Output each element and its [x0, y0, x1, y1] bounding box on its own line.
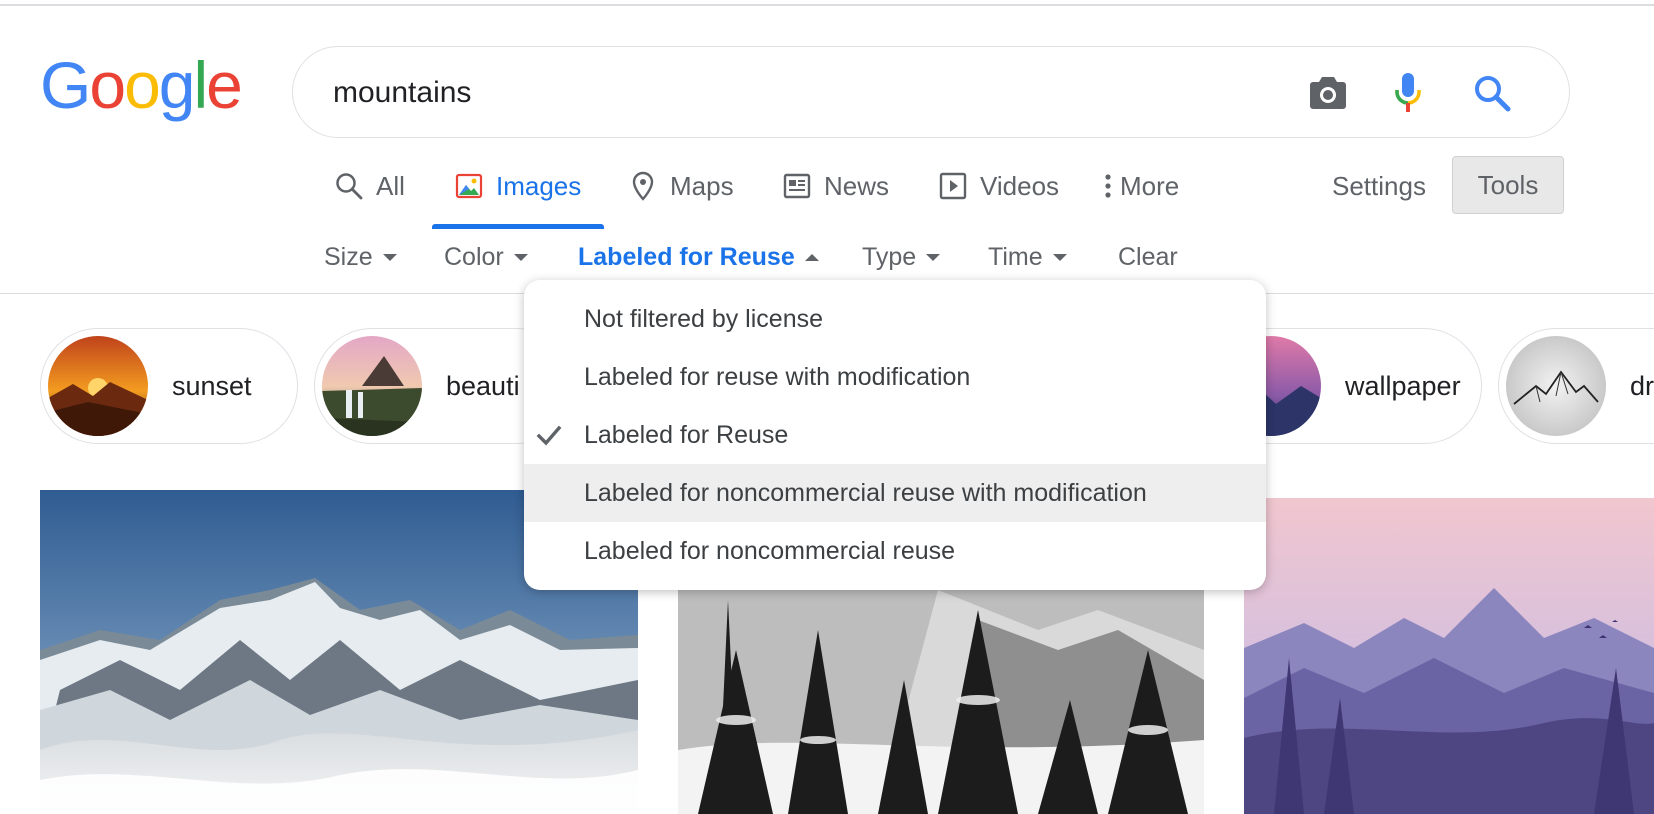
- camera-icon[interactable]: [1305, 70, 1351, 116]
- filter-clear[interactable]: Clear: [1118, 240, 1178, 274]
- image-icon: [454, 171, 484, 201]
- caret-down-icon: [382, 253, 397, 261]
- filter-size[interactable]: Size: [324, 240, 397, 274]
- filter-label: Time: [988, 242, 1043, 271]
- chip-label: beauti: [446, 370, 520, 401]
- caret-up-icon: [804, 253, 819, 261]
- license-option-reuse[interactable]: Labeled for Reuse: [524, 406, 1266, 464]
- chip-thumbnail: [48, 336, 148, 436]
- chip-thumbnail: [322, 336, 422, 436]
- chip-label: sunset: [172, 370, 252, 401]
- license-option-reuse-modification[interactable]: Labeled for reuse with modification: [524, 348, 1266, 406]
- active-tab-indicator: [432, 224, 604, 229]
- chip-label: wallpaper: [1345, 370, 1461, 401]
- filter-label: Color: [444, 242, 504, 271]
- newspaper-icon: [782, 171, 812, 201]
- checkmark-icon: [536, 422, 562, 448]
- tab-label: Images: [496, 170, 582, 201]
- image-result-snowy-forest[interactable]: [678, 590, 1204, 814]
- chip-thumbnail: [1506, 336, 1606, 436]
- license-option-label: Labeled for reuse with modification: [584, 362, 971, 391]
- tab-more[interactable]: More: [1100, 168, 1179, 204]
- search-box: [292, 46, 1570, 138]
- filter-label: Size: [324, 242, 373, 271]
- license-option-not-filtered[interactable]: Not filtered by license: [524, 290, 1266, 348]
- filter-label: Labeled for Reuse: [578, 242, 795, 271]
- filter-license[interactable]: Labeled for Reuse: [578, 240, 819, 274]
- tab-label: Maps: [670, 170, 734, 201]
- logo-letter: e: [206, 48, 243, 122]
- related-chip-drawing[interactable]: dr: [1498, 328, 1654, 444]
- search-input[interactable]: [333, 73, 1233, 113]
- caret-down-icon: [1052, 253, 1067, 261]
- tab-maps[interactable]: Maps: [628, 168, 734, 204]
- logo-letter: G: [40, 48, 91, 122]
- tab-label: News: [824, 170, 890, 201]
- search-icon: [334, 171, 364, 201]
- filter-label: Type: [862, 242, 917, 271]
- play-icon: [938, 171, 968, 201]
- microphone-icon[interactable]: [1385, 70, 1431, 116]
- filter-time[interactable]: Time: [988, 240, 1067, 274]
- related-chip-sunset[interactable]: sunset: [40, 328, 298, 444]
- tab-label: Videos: [980, 170, 1060, 201]
- logo-letter: l: [193, 48, 209, 122]
- filter-type[interactable]: Type: [862, 240, 941, 274]
- search-icon[interactable]: [1469, 70, 1515, 116]
- tab-all[interactable]: All: [334, 168, 405, 204]
- tab-news[interactable]: News: [782, 168, 889, 204]
- filter-color[interactable]: Color: [444, 240, 528, 274]
- more-vertical-icon: [1100, 171, 1116, 201]
- tab-images[interactable]: Images: [454, 168, 581, 204]
- license-dropdown-menu: Not filtered by license Labeled for reus…: [524, 280, 1266, 590]
- tab-videos[interactable]: Videos: [938, 168, 1059, 204]
- tab-label: All: [376, 170, 405, 201]
- logo-letter: g: [158, 48, 196, 122]
- license-option-noncommercial-modification[interactable]: Labeled for noncommercial reuse with mod…: [524, 464, 1266, 522]
- license-option-label: Labeled for Reuse: [584, 420, 789, 449]
- license-option-noncommercial[interactable]: Labeled for noncommercial reuse: [524, 522, 1266, 580]
- google-images-page: Google All Images Maps News Videos Mo: [0, 0, 1654, 814]
- license-option-label: Labeled for noncommercial reuse: [584, 536, 956, 565]
- settings-link[interactable]: Settings: [1332, 168, 1426, 204]
- google-logo[interactable]: Google: [40, 48, 243, 122]
- license-option-label: Labeled for noncommercial reuse with mod…: [584, 478, 1147, 507]
- caret-down-icon: [926, 253, 941, 261]
- tools-button[interactable]: Tools: [1452, 156, 1564, 214]
- logo-letter: o: [124, 48, 161, 122]
- tab-label: More: [1120, 170, 1180, 201]
- chip-label: dr: [1630, 370, 1654, 401]
- license-option-label: Not filtered by license: [584, 304, 824, 333]
- image-result-purple-mountains[interactable]: [1244, 498, 1654, 814]
- logo-letter: o: [89, 48, 126, 122]
- map-pin-icon: [628, 171, 658, 201]
- top-border: [0, 4, 1654, 6]
- caret-down-icon: [513, 253, 528, 261]
